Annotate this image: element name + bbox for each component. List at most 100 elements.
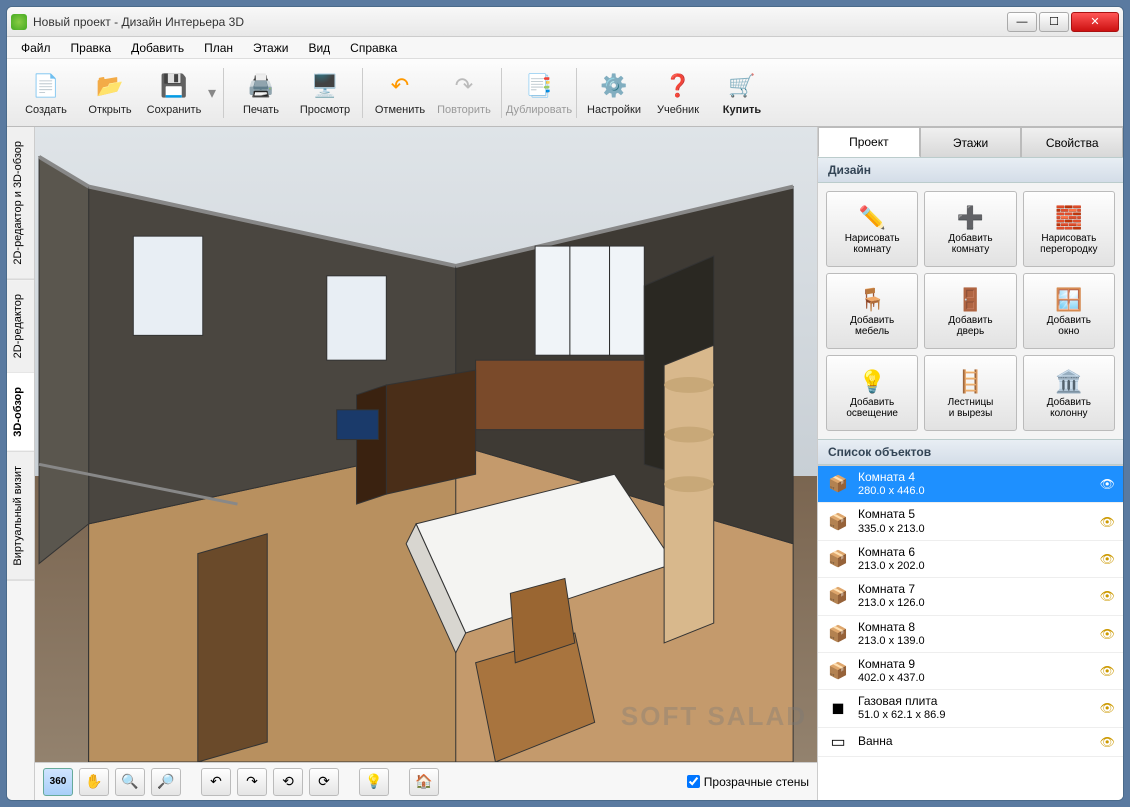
- object-icon: 📦: [826, 624, 850, 644]
- room-render: [35, 127, 817, 762]
- zoom-in-button[interactable]: 🔎: [151, 768, 181, 796]
- visibility-icon[interactable]: 👁: [1100, 735, 1115, 749]
- object-row[interactable]: ◼Газовая плита51.0 x 62.1 x 86.9👁: [818, 690, 1123, 727]
- rotate-right-button[interactable]: ↷: [237, 768, 267, 796]
- object-row[interactable]: 📦Комната 5335.0 x 213.0👁: [818, 503, 1123, 540]
- object-row[interactable]: 📦Комната 4280.0 x 446.0👁: [818, 466, 1123, 503]
- undo-icon: ↶: [384, 70, 416, 102]
- visibility-icon[interactable]: 👁: [1100, 627, 1115, 641]
- object-row[interactable]: 📦Комната 8213.0 x 139.0👁: [818, 616, 1123, 653]
- print-button[interactable]: 🖨️Печать: [230, 63, 292, 123]
- objects-header: Список объектов: [818, 439, 1123, 465]
- draw-room-button[interactable]: ✏️Нарисоватькомнату: [826, 191, 918, 267]
- tab-floors[interactable]: Этажи: [920, 127, 1022, 157]
- tab-3d[interactable]: 3D-обзор: [7, 373, 34, 452]
- tutorial-button[interactable]: ❓Учебник: [647, 63, 709, 123]
- zoom-out-button[interactable]: 🔍: [115, 768, 145, 796]
- visibility-icon[interactable]: 👁: [1100, 477, 1115, 491]
- open-button[interactable]: 📂Открыть: [79, 63, 141, 123]
- object-list[interactable]: 📦Комната 4280.0 x 446.0👁📦Комната 5335.0 …: [818, 465, 1123, 800]
- redo-icon: ↷: [448, 70, 480, 102]
- close-button[interactable]: ✕: [1071, 12, 1119, 32]
- object-row[interactable]: ▭Ванна👁: [818, 728, 1123, 757]
- create-button[interactable]: 📄Создать: [15, 63, 77, 123]
- main-toolbar: 📄Создать 📂Открыть 💾Сохранить ▾ 🖨️Печать …: [7, 59, 1123, 127]
- add-furniture-button[interactable]: 🪑Добавитьмебель: [826, 273, 918, 349]
- file-icon: 📄: [30, 70, 62, 102]
- gear-icon: ⚙️: [598, 70, 630, 102]
- object-icon: 📦: [826, 661, 850, 681]
- buy-button[interactable]: 🛒Купить: [711, 63, 773, 123]
- menu-Добавить[interactable]: Добавить: [123, 39, 192, 57]
- redo-button: ↷Повторить: [433, 63, 495, 123]
- stairs-button[interactable]: 🪜Лестницыи вырезы: [924, 355, 1016, 431]
- orbit-v-button[interactable]: ⟳: [309, 768, 339, 796]
- menu-Этажи[interactable]: Этажи: [245, 39, 296, 57]
- home-view-button[interactable]: 🏠: [409, 768, 439, 796]
- visibility-icon[interactable]: 👁: [1100, 515, 1115, 529]
- help-icon: ❓: [662, 70, 694, 102]
- minimize-button[interactable]: —: [1007, 12, 1037, 32]
- save-button[interactable]: 💾Сохранить: [143, 63, 205, 123]
- object-row[interactable]: 📦Комната 9402.0 x 437.0👁: [818, 653, 1123, 690]
- draw-room-icon: ✏️: [858, 203, 885, 233]
- draw-partition-button[interactable]: 🧱Нарисоватьперегородку: [1023, 191, 1115, 267]
- visibility-icon[interactable]: 👁: [1100, 664, 1115, 678]
- right-panel: Проект Этажи Свойства Дизайн ✏️Нарисоват…: [817, 127, 1123, 800]
- printer-icon: 🖨️: [245, 70, 277, 102]
- add-room-button[interactable]: ➕Добавитькомнату: [924, 191, 1016, 267]
- app-icon: [11, 14, 27, 30]
- settings-button[interactable]: ⚙️Настройки: [583, 63, 645, 123]
- visibility-icon[interactable]: 👁: [1100, 701, 1115, 715]
- object-icon: 📦: [826, 512, 850, 532]
- maximize-button[interactable]: ☐: [1039, 12, 1069, 32]
- view-360-button[interactable]: 360: [43, 768, 73, 796]
- cart-icon: 🛒: [726, 70, 758, 102]
- tab-2d-3d[interactable]: 2D-редактор и 3D-обзор: [7, 127, 34, 280]
- copy-icon: 📑: [523, 70, 555, 102]
- menu-План[interactable]: План: [196, 39, 241, 57]
- menu-Файл[interactable]: Файл: [13, 39, 59, 57]
- design-buttons-grid: ✏️Нарисоватькомнату➕Добавитькомнату🧱Нари…: [818, 183, 1123, 439]
- menubar: ФайлПравкаДобавитьПланЭтажиВидСправка: [7, 37, 1123, 59]
- tab-properties[interactable]: Свойства: [1021, 127, 1123, 157]
- visibility-icon[interactable]: 👁: [1100, 589, 1115, 603]
- orbit-h-button[interactable]: ⟲: [273, 768, 303, 796]
- titlebar: Новый проект - Дизайн Интерьера 3D — ☐ ✕: [7, 7, 1123, 37]
- monitor-icon: 🖥️: [309, 70, 341, 102]
- object-icon: 📦: [826, 549, 850, 569]
- tab-project[interactable]: Проект: [818, 127, 920, 157]
- add-furniture-icon: 🪑: [858, 285, 885, 315]
- add-door-button[interactable]: 🚪Добавитьдверь: [924, 273, 1016, 349]
- app-window: Новый проект - Дизайн Интерьера 3D — ☐ ✕…: [6, 6, 1124, 801]
- object-row[interactable]: 📦Комната 6213.0 x 202.0👁: [818, 541, 1123, 578]
- add-window-icon: 🪟: [1055, 285, 1082, 315]
- save-icon: 💾: [158, 70, 190, 102]
- light-toggle-button[interactable]: 💡: [359, 768, 389, 796]
- visibility-icon[interactable]: 👁: [1100, 552, 1115, 566]
- tab-2d[interactable]: 2D-редактор: [7, 280, 34, 373]
- window-title: Новый проект - Дизайн Интерьера 3D: [33, 15, 1007, 29]
- 3d-viewport[interactable]: SOFT SALAD: [35, 127, 817, 762]
- object-icon: 📦: [826, 586, 850, 606]
- add-window-button[interactable]: 🪟Добавитьокно: [1023, 273, 1115, 349]
- add-light-button[interactable]: 💡Добавитьосвещение: [826, 355, 918, 431]
- save-dropdown[interactable]: ▾: [207, 83, 217, 103]
- menu-Справка[interactable]: Справка: [342, 39, 405, 57]
- left-tabs: 2D-редактор и 3D-обзор 2D-редактор 3D-об…: [7, 127, 35, 800]
- object-row[interactable]: 📦Комната 7213.0 x 126.0👁: [818, 578, 1123, 615]
- tab-virtual[interactable]: Виртуальный визит: [7, 452, 34, 581]
- menu-Правка[interactable]: Правка: [63, 39, 120, 57]
- add-room-icon: ➕: [957, 203, 984, 233]
- draw-partition-icon: 🧱: [1055, 203, 1082, 233]
- pan-button[interactable]: ✋: [79, 768, 109, 796]
- design-header: Дизайн: [818, 157, 1123, 183]
- add-door-icon: 🚪: [957, 285, 984, 315]
- add-column-button[interactable]: 🏛️Добавитьколонну: [1023, 355, 1115, 431]
- menu-Вид[interactable]: Вид: [300, 39, 338, 57]
- transparent-walls-checkbox[interactable]: Прозрачные стены: [687, 775, 809, 789]
- object-icon: ◼: [826, 698, 850, 718]
- preview-button[interactable]: 🖥️Просмотр: [294, 63, 356, 123]
- rotate-left-button[interactable]: ↶: [201, 768, 231, 796]
- undo-button[interactable]: ↶Отменить: [369, 63, 431, 123]
